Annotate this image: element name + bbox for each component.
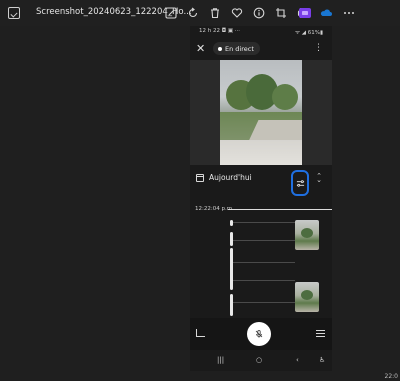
android-nav-bar: ||| ○ ‹ ♿	[190, 350, 332, 371]
crop-icon[interactable]	[273, 5, 289, 21]
current-time-line	[228, 209, 332, 210]
calendar-icon[interactable]	[196, 174, 204, 182]
date-row: Aujourd'hui ⌃ ⌄	[190, 168, 332, 196]
event-marker[interactable]	[230, 294, 233, 316]
event-marker[interactable]	[230, 232, 233, 246]
timeline-gridline	[231, 240, 295, 241]
live-badge[interactable]: En direct	[213, 42, 260, 55]
back-icon[interactable]: ‹	[296, 356, 299, 364]
mic-off-button[interactable]	[247, 322, 271, 346]
event-thumbnail[interactable]	[295, 220, 319, 250]
timeline-gridline	[231, 302, 295, 303]
event-marker[interactable]	[230, 248, 233, 290]
info-icon[interactable]	[251, 5, 267, 21]
event-timeline[interactable]: 12:22:04 p.m.	[190, 206, 332, 318]
accessibility-icon[interactable]: ♿	[319, 356, 325, 364]
recents-icon[interactable]: |||	[217, 356, 224, 364]
clipchamp-icon[interactable]	[297, 5, 313, 21]
delete-icon[interactable]	[207, 5, 223, 21]
status-time: 12 h 22 ◘ ▣ ···	[199, 28, 241, 34]
timeline-gridline	[231, 262, 295, 263]
edit-image-icon[interactable]	[163, 5, 179, 21]
photos-app-icon	[8, 7, 20, 19]
cast-icon[interactable]	[196, 329, 205, 337]
live-video-feed[interactable]	[190, 60, 332, 165]
filter-icon	[296, 179, 304, 187]
phone-status-bar: 12 h 22 ◘ ▣ ··· ᯤ ◢ 61%▮	[190, 26, 332, 36]
event-thumbnail[interactable]	[295, 282, 319, 312]
more-icon[interactable]	[341, 5, 357, 21]
filter-button[interactable]	[291, 170, 309, 196]
camera-header: ✕ En direct ⋮	[190, 38, 332, 60]
timeline-gridline	[231, 222, 295, 223]
live-dot-icon	[218, 46, 222, 51]
status-battery: ᯤ ◢ 61%▮	[295, 30, 323, 36]
close-icon[interactable]: ✕	[196, 43, 205, 54]
collapse-icon[interactable]: ⌃ ⌄	[315, 173, 323, 184]
onedrive-icon[interactable]	[318, 5, 334, 21]
live-label: En direct	[225, 44, 254, 53]
event-marker[interactable]	[230, 220, 233, 226]
camera-controls	[190, 318, 332, 350]
window-titlebar: Screenshot_20240623_122204_Ho...	[0, 0, 400, 26]
mic-off-icon	[255, 330, 263, 338]
menu-icon[interactable]	[316, 330, 325, 337]
rotate-icon[interactable]	[185, 5, 201, 21]
camera-frame-image	[220, 60, 302, 165]
home-icon[interactable]: ○	[256, 356, 262, 364]
overflow-menu-icon[interactable]: ⋮	[314, 43, 323, 53]
phone-screenshot: 12 h 22 ◘ ▣ ··· ᯤ ◢ 61%▮ ✕ En direct ⋮ A…	[190, 26, 332, 371]
timeline-gridline	[231, 280, 295, 281]
taskbar-clock: 22:0	[384, 373, 398, 380]
date-label[interactable]: Aujourd'hui	[209, 173, 252, 182]
favorite-icon[interactable]	[229, 5, 245, 21]
